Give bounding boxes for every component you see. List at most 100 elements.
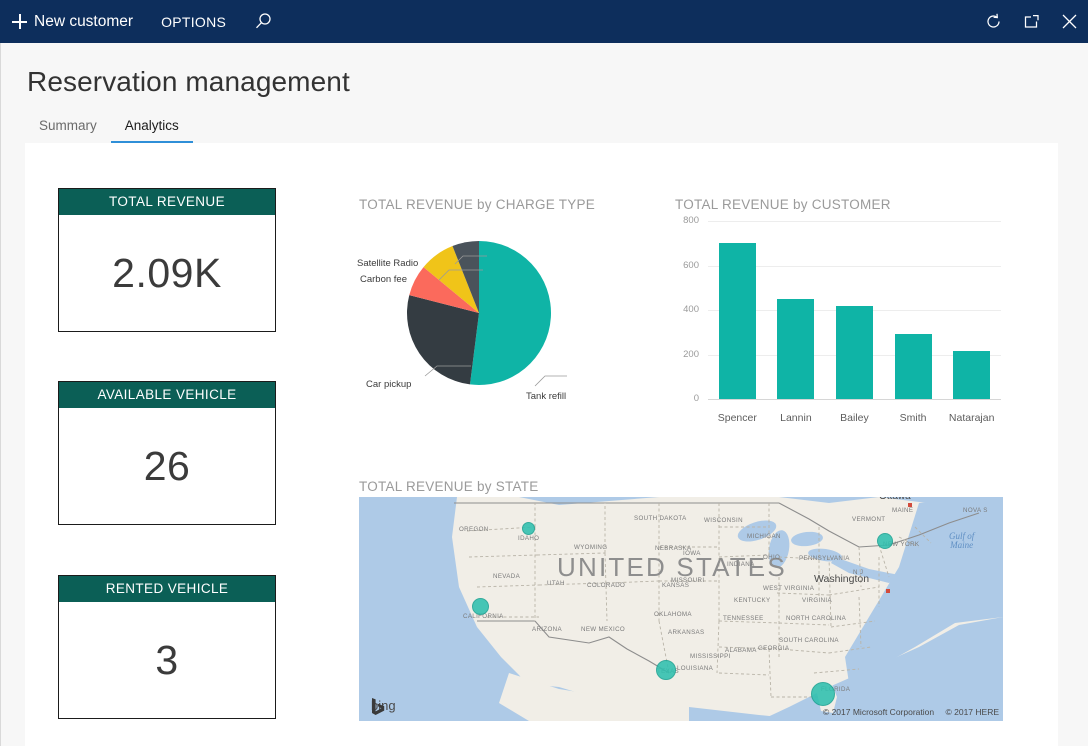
bar-xlabel-lannin: Lannin [767, 412, 826, 424]
map-state-label-new-mexico: NEW MEXICO [581, 626, 625, 633]
pie-slices [407, 241, 551, 385]
map-state-label-ohio: OHIO [763, 554, 780, 561]
map-visual[interactable]: UNITED STATES Washington Gulf ofMaine OR… [359, 497, 1003, 721]
bar-ytick-0: 0 [659, 393, 699, 404]
map-state-label-georgia: GEORGIA [758, 645, 789, 652]
map-city-label-ottawa: Ottawa [879, 497, 911, 502]
bar-spencer[interactable] [719, 243, 756, 399]
bar-ytick-800: 800 [659, 215, 699, 226]
pie-label-satellite-radio: Satellite Radio [357, 258, 418, 269]
top-command-bar: New customer OPTIONS [0, 0, 1088, 43]
bar-ytick-600: 600 [659, 260, 699, 271]
bar-lannin[interactable] [777, 299, 814, 399]
map-state-label-oregon: OREGON [459, 526, 489, 533]
pie-chart[interactable]: Satellite Radio Carbon fee Car pickup Ta… [359, 218, 659, 408]
bing-logo[interactable]: bing [371, 698, 396, 713]
refresh-button[interactable] [974, 0, 1012, 43]
map-attribution-microsoft: © 2017 Microsoft Corporation [823, 707, 934, 717]
map-state-label-virginia: VIRGINIA [802, 597, 832, 604]
map-state-label-maine: MAINE [892, 507, 913, 514]
map-bubble-idaho[interactable] [522, 522, 535, 535]
plus-icon [12, 14, 27, 29]
bar-xlabel-natarajan: Natarajan [942, 412, 1001, 424]
capital-marker [886, 589, 890, 593]
kpi-value: 3 [155, 637, 178, 684]
map-state-label-new-jersey: N J [853, 569, 863, 576]
tab-summary[interactable]: Summary [25, 116, 111, 143]
map-state-label-louisiana: LOUISIANA [677, 665, 713, 672]
kpi-tile-rented-vehicle[interactable]: RENTED VEHICLE 3 [58, 575, 276, 719]
kpi-tile-total-revenue[interactable]: TOTAL REVENUE 2.09K [58, 188, 276, 332]
close-icon [1061, 13, 1078, 30]
map-state-label-vermont: VERMONT [852, 516, 885, 523]
kpi-value: 2.09K [112, 250, 222, 297]
map-state-label-oklahoma: OKLAHOMA [654, 611, 692, 618]
bar-chart-plot: 8006004002000SpencerLanninBaileySmithNat… [708, 221, 1001, 399]
kpi-body: 26 [59, 408, 275, 524]
map-bubble-california[interactable] [472, 598, 489, 615]
bar-bailey[interactable] [836, 306, 873, 399]
map-state-label-idaho: IDAHO [518, 535, 539, 542]
kpi-body: 2.09K [59, 215, 275, 331]
map-state-label-pennsylvania: PENNSYLVANIA [799, 555, 850, 562]
bar-xlabel-smith: Smith [884, 412, 943, 424]
map-state-label-indiana: INDIANA [727, 561, 755, 568]
kpi-tile-available-vehicle[interactable]: AVAILABLE VEHICLE 26 [58, 381, 276, 525]
bar-xlabel-bailey: Bailey [825, 412, 884, 424]
options-label: OPTIONS [161, 14, 226, 30]
map-geography [359, 497, 1003, 721]
bar-ytick-400: 400 [659, 304, 699, 315]
map-state-label-north-carolina: NORTH CAROLINA [786, 615, 846, 622]
map-attribution: © 2017 Microsoft Corporation © 2017 HERE [814, 707, 999, 717]
map-state-label-wisconsin: WISCONSIN [704, 517, 743, 524]
bar-chart[interactable]: 8006004002000SpencerLanninBaileySmithNat… [675, 214, 1005, 426]
pie-label-car-pickup: Car pickup [366, 379, 411, 390]
map-state-label-west-virginia: WEST VIRGINIA [763, 585, 814, 592]
bar-ytick-200: 200 [659, 349, 699, 360]
map-bubble-new-york[interactable] [877, 533, 893, 549]
new-customer-button[interactable]: New customer [0, 0, 147, 43]
map-state-label-south-dakota: SOUTH DAKOTA [634, 515, 687, 522]
map-state-label-mississippi: MISSISSIPPI [690, 653, 731, 660]
map-state-label-michigan: MICHIGAN [747, 533, 781, 540]
search-button[interactable] [240, 0, 286, 43]
map-state-label-south-carolina: SOUTH CAROLINA [779, 637, 839, 644]
map-state-label-utah: UTAH [547, 580, 565, 587]
kpi-title: AVAILABLE VEHICLE [59, 382, 275, 408]
map-state-label-colorado: COLORADO [587, 582, 625, 589]
map-attribution-here: © 2017 HERE [945, 707, 999, 717]
map-state-label-wyoming: WYOMING [574, 544, 607, 551]
bar-smith[interactable] [895, 334, 932, 399]
map-state-label-arkansas: ARKANSAS [668, 629, 705, 636]
bar-natarajan[interactable] [953, 351, 990, 399]
search-icon [254, 12, 273, 31]
window-controls [974, 0, 1088, 43]
map-state-label-tennessee: TENNESSEE [723, 615, 764, 622]
kpi-title: RENTED VEHICLE [59, 576, 275, 602]
pie-label-tank-refill: Tank refill [526, 391, 566, 402]
close-button[interactable] [1050, 0, 1088, 43]
map-state-label-iowa: IOWA [683, 550, 701, 557]
map-state-label-missouri: MISSOURI [671, 577, 704, 584]
tab-analytics[interactable]: Analytics [111, 116, 193, 143]
app-window: New customer OPTIONS [0, 0, 1088, 746]
pie-leader-3 [535, 376, 567, 386]
map-title: TOTAL REVENUE by STATE [359, 479, 539, 494]
map-state-label-kentucky: KENTUCKY [734, 597, 771, 604]
bing-icon [371, 698, 386, 715]
tab-strip: Summary Analytics [25, 116, 193, 143]
window-left-border [0, 0, 1, 746]
bar-gridline-0 [708, 399, 1001, 400]
options-menu-button[interactable]: OPTIONS [147, 0, 240, 43]
pop-out-button[interactable] [1012, 0, 1050, 43]
kpi-title: TOTAL REVENUE [59, 189, 275, 215]
pie-chart-title: TOTAL REVENUE by CHARGE TYPE [359, 197, 595, 212]
map-bubble-florida[interactable] [811, 682, 835, 706]
bar-chart-title: TOTAL REVENUE by CUSTOMER [675, 197, 891, 212]
map-bubble-texas[interactable] [656, 660, 676, 680]
map-state-label-nevada: NEVADA [493, 573, 520, 580]
kpi-body: 3 [59, 602, 275, 718]
refresh-icon [985, 13, 1002, 30]
pie-slice-tank-refill[interactable] [470, 241, 551, 385]
map-state-label-arizona: ARIZONA [532, 626, 562, 633]
